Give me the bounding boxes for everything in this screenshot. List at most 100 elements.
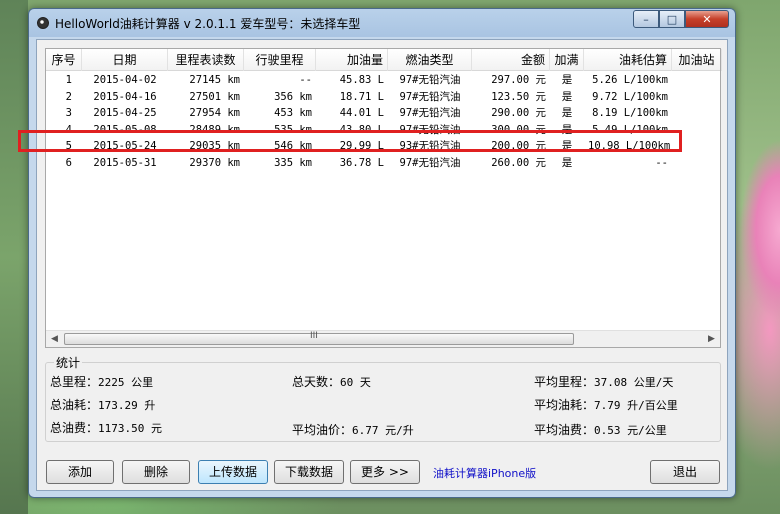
cell-amount: 200.00 元 <box>491 140 546 152</box>
cell-amount: 123.50 元 <box>491 90 546 103</box>
add-button[interactable]: 添加 <box>46 460 114 484</box>
table-row[interactable]: 5 2015-05-24 29035 km 546 km 29.99 L 93#无铅汽油 2… <box>46 138 720 154</box>
cell-type: 97#无铅汽油 <box>399 74 461 86</box>
stat-average-cost: 平均油费：0.53 元/公里 <box>534 421 667 438</box>
title-bar: HelloWorld油耗计算器 v 2.0.1.1 爱车型号：未选择车型 – □… <box>29 9 735 37</box>
stat-label: 总油耗： <box>50 398 99 412</box>
cell-odometer: 27145 km <box>189 74 240 86</box>
cell-odometer: 27501 km <box>189 90 240 103</box>
cell-type: 97#无铅汽油 <box>399 123 461 136</box>
stat-total-distance: 总里程：2225 公里 <box>50 373 153 390</box>
stat-total-days: 总天数：60 天 <box>292 373 371 390</box>
cell-estimate: 8.19 L/100km <box>592 107 668 119</box>
more-button[interactable]: 更多 >> <box>350 460 420 484</box>
download-data-button[interactable]: 下载数据 <box>274 460 344 484</box>
refuel-records-table[interactable]: 序号 日期 里程表读数 行驶里程 加油量 燃油类型 金额 加满 油耗估算 加油站… <box>45 48 722 348</box>
table-row[interactable]: 6 2015-05-31 29370 km 335 km 36.78 L 97#无铅汽油 2… <box>46 155 720 171</box>
cell-station <box>672 155 722 171</box>
cell-fuel: 45.83 L <box>339 74 384 86</box>
stat-value: 7.79 升/百公里 <box>594 399 678 412</box>
cell-distance: 453 km <box>274 107 312 119</box>
column-header-fuel[interactable]: 加油量 <box>316 49 388 71</box>
close-button[interactable]: ✕ <box>685 10 729 28</box>
table-row[interactable]: 4 2015-05-08 28489 km 535 km 43.80 L 97#无铅汽油 3… <box>46 122 720 138</box>
cell-odometer: 27954 km <box>189 107 240 119</box>
cell-amount: 290.00 元 <box>491 107 546 119</box>
cell-no: 6 <box>65 156 72 169</box>
table-body: 1 2015-04-02 27145 km -- 45.83 L 97#无铅汽油 297.0… <box>46 72 720 330</box>
column-header-distance[interactable]: 行驶里程 <box>244 49 316 71</box>
scrollbar-thumb[interactable]: III <box>64 331 574 345</box>
cell-date: 2015-05-08 <box>93 123 157 136</box>
statistics-group: 统计 总里程：2225 公里 总天数：60 天 平均里程：37.08 公里/天 … <box>45 354 721 442</box>
stat-label: 平均油价： <box>292 423 353 437</box>
stat-value: 6.77 元/升 <box>352 424 414 437</box>
window-controls: – □ ✕ <box>633 10 729 28</box>
cell-fuel: 18.71 L <box>339 90 384 103</box>
cell-full: 是 <box>561 90 573 103</box>
cell-estimate: 5.26 L/100km <box>592 74 668 86</box>
cell-type: 97#无铅汽油 <box>399 90 461 103</box>
iphone-version-link[interactable]: 油耗计算器iPhone版 <box>433 465 536 481</box>
stat-value: 2225 公里 <box>98 376 154 389</box>
cell-distance: -- <box>299 74 312 86</box>
table-row[interactable]: 2 2015-04-16 27501 km 356 km 18.71 L 97#无铅汽油 1… <box>46 89 720 105</box>
desktop-lotus-flower <box>734 140 780 320</box>
cell-station <box>672 122 722 138</box>
column-header-amount[interactable]: 金额 <box>472 49 550 71</box>
minimize-button[interactable]: – <box>633 10 659 28</box>
delete-button[interactable]: 删除 <box>122 460 190 484</box>
cell-date: 2015-04-25 <box>93 107 157 119</box>
cell-estimate: -- <box>655 156 668 169</box>
cell-estimate: 10.98 L/100km <box>588 140 671 152</box>
stat-label: 总里程： <box>50 375 99 389</box>
column-header-full[interactable]: 加满 <box>550 49 584 71</box>
cell-amount: 297.00 元 <box>491 74 546 86</box>
desktop-background <box>0 0 28 514</box>
cell-amount: 260.00 元 <box>491 156 546 169</box>
cell-type: 97#无铅汽油 <box>399 107 461 119</box>
scroll-right-icon[interactable]: ▶ <box>703 331 720 348</box>
scroll-left-icon[interactable]: ◀ <box>46 331 63 348</box>
column-header-no[interactable]: 序号 <box>46 49 82 71</box>
column-header-estimate[interactable]: 油耗估算 <box>584 49 672 71</box>
cell-station <box>672 138 722 154</box>
cell-estimate: 5.49 L/100km <box>592 123 668 136</box>
cell-station <box>672 105 722 121</box>
scrollbar-grip-icon: III <box>310 331 318 341</box>
app-window: HelloWorld油耗计算器 v 2.0.1.1 爱车型号：未选择车型 – □… <box>28 8 736 498</box>
cell-full: 是 <box>561 156 573 169</box>
table-row[interactable]: 3 2015-04-25 27954 km 453 km 44.01 L 97#无铅汽油 2… <box>46 105 720 121</box>
stat-value: 0.53 元/公里 <box>594 424 667 437</box>
cell-distance: 546 km <box>274 140 312 152</box>
maximize-button[interactable]: □ <box>659 10 685 28</box>
horizontal-scrollbar[interactable]: ◀ III ▶ <box>46 330 720 347</box>
exit-button[interactable]: 退出 <box>650 460 720 484</box>
cell-date: 2015-04-02 <box>93 74 157 86</box>
column-header-station[interactable]: 加油站 <box>672 49 722 71</box>
stat-average-distance: 平均里程：37.08 公里/天 <box>534 373 673 390</box>
cell-odometer: 29035 km <box>189 140 240 152</box>
cell-full: 是 <box>561 74 573 86</box>
cell-fuel: 36.78 L <box>339 156 384 169</box>
cell-no: 3 <box>65 107 72 119</box>
table-row[interactable]: 1 2015-04-02 27145 km -- 45.83 L 97#无铅汽油 297.0… <box>46 72 720 88</box>
column-header-date[interactable]: 日期 <box>82 49 168 71</box>
upload-data-button[interactable]: 上传数据 <box>198 460 268 484</box>
cell-date: 2015-05-24 <box>93 140 157 152</box>
column-header-odometer[interactable]: 里程表读数 <box>168 49 244 71</box>
cell-station <box>672 89 722 105</box>
stat-average-price: 平均油价：6.77 元/升 <box>292 421 414 438</box>
stat-value: 60 天 <box>340 376 371 389</box>
cell-no: 1 <box>65 74 72 86</box>
cell-date: 2015-04-16 <box>93 90 157 103</box>
window-title: HelloWorld油耗计算器 v 2.0.1.1 爱车型号：未选择车型 <box>55 17 361 31</box>
cell-full: 是 <box>561 107 573 119</box>
column-header-fuel-type[interactable]: 燃油类型 <box>388 49 472 71</box>
stat-label: 平均油费： <box>534 423 595 437</box>
cell-no: 4 <box>65 123 72 136</box>
statistics-group-label: 统计 <box>54 354 83 371</box>
stat-value: 37.08 公里/天 <box>594 376 674 389</box>
stat-total-cost: 总油费：1173.50 元 <box>50 419 162 436</box>
table-header: 序号 日期 里程表读数 行驶里程 加油量 燃油类型 金额 加满 油耗估算 加油站 <box>46 49 722 71</box>
